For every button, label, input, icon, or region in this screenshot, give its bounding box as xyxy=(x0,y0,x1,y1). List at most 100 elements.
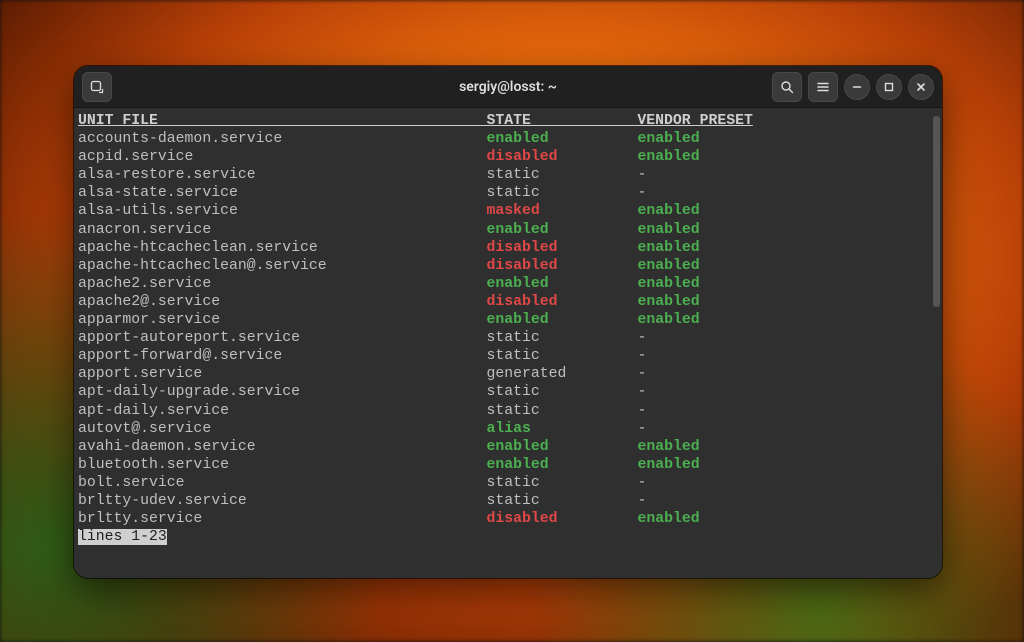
state: disabled xyxy=(486,511,557,527)
close-button[interactable] xyxy=(908,74,934,100)
vendor-preset: enabled xyxy=(637,131,699,147)
table-row: acpid.service disabled enabled xyxy=(78,148,938,166)
table-row: apt-daily-upgrade.service static - xyxy=(78,383,938,401)
state: enabled xyxy=(486,222,548,238)
unit-file: apache-htcacheclean@.service xyxy=(78,258,486,274)
window-titlebar: sergiy@losst: ~ xyxy=(74,66,942,108)
unit-file: apport-forward@.service xyxy=(78,348,486,364)
vendor-preset: - xyxy=(637,421,646,437)
vendor-preset: - xyxy=(637,475,646,491)
unit-file: apport.service xyxy=(78,366,486,382)
state: static xyxy=(486,185,539,201)
unit-file: apache2.service xyxy=(78,276,486,292)
vendor-preset: - xyxy=(637,366,646,382)
unit-file: brltty-udev.service xyxy=(78,493,486,509)
vendor-preset: - xyxy=(637,384,646,400)
unit-file: brltty.service xyxy=(78,511,486,527)
state: static xyxy=(486,167,539,183)
unit-file: avahi-daemon.service xyxy=(78,439,486,455)
table-row: alsa-state.service static - xyxy=(78,184,938,202)
new-tab-button[interactable] xyxy=(82,72,112,102)
vendor-preset: - xyxy=(637,493,646,509)
scrollbar-thumb[interactable] xyxy=(933,116,940,307)
unit-file: autovt@.service xyxy=(78,421,486,437)
pager-status: lines 1-23 xyxy=(78,529,167,545)
unit-file: apt-daily.service xyxy=(78,403,486,419)
table-row: alsa-restore.service static - xyxy=(78,166,938,184)
table-row: bluetooth.service enabled enabled xyxy=(78,456,938,474)
state: enabled xyxy=(486,457,548,473)
table-row: bolt.service static - xyxy=(78,474,938,492)
table-row: accounts-daemon.service enabled enabled xyxy=(78,130,938,148)
unit-file: apache2@.service xyxy=(78,294,486,310)
table-row: apport-forward@.service static - xyxy=(78,347,938,365)
table-row: brltty-udev.service static - xyxy=(78,492,938,510)
table-row: apache2.service enabled enabled xyxy=(78,275,938,293)
state: enabled xyxy=(486,439,548,455)
vendor-preset: enabled xyxy=(637,149,699,165)
table-row: apache-htcacheclean.service disabled ena… xyxy=(78,239,938,257)
vendor-preset: - xyxy=(637,348,646,364)
state: generated xyxy=(486,366,566,382)
scrollbar[interactable] xyxy=(933,116,940,570)
table-row: apache2@.service disabled enabled xyxy=(78,293,938,311)
unit-file: apache-htcacheclean.service xyxy=(78,240,486,256)
table-row: apport-autoreport.service static - xyxy=(78,329,938,347)
table-row: apt-daily.service static - xyxy=(78,402,938,420)
vendor-preset: - xyxy=(637,167,646,183)
minimize-icon xyxy=(852,82,862,92)
vendor-preset: enabled xyxy=(637,258,699,274)
state: alias xyxy=(486,421,530,437)
vendor-preset: - xyxy=(637,330,646,346)
state: disabled xyxy=(486,149,557,165)
vendor-preset: enabled xyxy=(637,457,699,473)
state: masked xyxy=(486,203,539,219)
maximize-button[interactable] xyxy=(876,74,902,100)
state: static xyxy=(486,403,539,419)
unit-file: alsa-utils.service xyxy=(78,203,486,219)
vendor-preset: enabled xyxy=(637,294,699,310)
pager-status-line: lines 1-23 xyxy=(78,528,938,546)
table-header-row: UNIT FILE STATE VENDOR PRESET xyxy=(78,112,938,130)
vendor-preset: enabled xyxy=(637,240,699,256)
vendor-preset: - xyxy=(637,403,646,419)
unit-file: bolt.service xyxy=(78,475,486,491)
vendor-preset: enabled xyxy=(637,511,699,527)
unit-file: acpid.service xyxy=(78,149,486,165)
unit-file: apt-daily-upgrade.service xyxy=(78,384,486,400)
new-tab-icon xyxy=(90,80,104,94)
state: enabled xyxy=(486,276,548,292)
maximize-icon xyxy=(884,82,894,92)
minimize-button[interactable] xyxy=(844,74,870,100)
menu-button[interactable] xyxy=(808,72,838,102)
table-row: apport.service generated - xyxy=(78,365,938,383)
table-row: autovt@.service alias - xyxy=(78,420,938,438)
unit-file: alsa-state.service xyxy=(78,185,486,201)
unit-file: apparmor.service xyxy=(78,312,486,328)
hamburger-icon xyxy=(816,80,830,94)
search-button[interactable] xyxy=(772,72,802,102)
state: static xyxy=(486,493,539,509)
close-icon xyxy=(916,82,926,92)
search-icon xyxy=(780,80,794,94)
table-row: apparmor.service enabled enabled xyxy=(78,311,938,329)
vendor-preset: enabled xyxy=(637,276,699,292)
table-row: alsa-utils.service masked enabled xyxy=(78,202,938,220)
unit-file: apport-autoreport.service xyxy=(78,330,486,346)
state: enabled xyxy=(486,312,548,328)
vendor-preset: enabled xyxy=(637,222,699,238)
state: disabled xyxy=(486,258,557,274)
state: disabled xyxy=(486,294,557,310)
state: static xyxy=(486,475,539,491)
vendor-preset: - xyxy=(637,185,646,201)
table-row: apache-htcacheclean@.service disabled en… xyxy=(78,257,938,275)
table-row: brltty.service disabled enabled xyxy=(78,510,938,528)
terminal-viewport[interactable]: UNIT FILE STATE VENDOR PRESETaccounts-da… xyxy=(74,108,942,578)
terminal-window: sergiy@losst: ~ UNIT FILE S xyxy=(74,66,942,578)
vendor-preset: enabled xyxy=(637,439,699,455)
vendor-preset: enabled xyxy=(637,312,699,328)
vendor-preset: enabled xyxy=(637,203,699,219)
terminal-output: UNIT FILE STATE VENDOR PRESETaccounts-da… xyxy=(78,112,938,546)
table-row: avahi-daemon.service enabled enabled xyxy=(78,438,938,456)
state: static xyxy=(486,348,539,364)
